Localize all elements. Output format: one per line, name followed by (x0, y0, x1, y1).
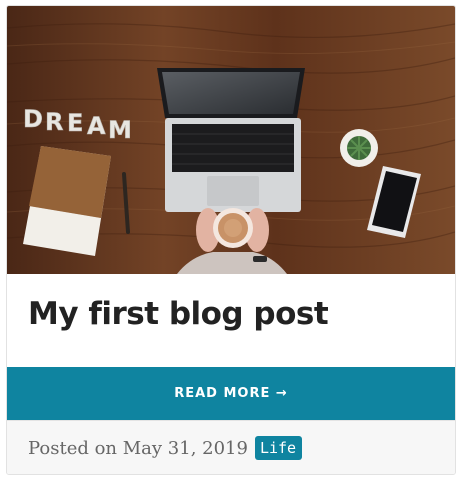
hero-image: D R E A M (7, 6, 455, 274)
post-title[interactable]: My first blog post (28, 296, 329, 332)
dream-letter-e: E (67, 109, 83, 137)
read-more-button[interactable]: READ MORE → (7, 367, 455, 420)
dream-letter-d: D (23, 105, 43, 133)
dream-letter-r: R (45, 108, 63, 136)
laptop-graphic (157, 68, 305, 212)
blog-post-card: D R E A M My first blog post READ MORE →… (6, 5, 456, 475)
posted-date: Posted on May 31, 2019 (28, 437, 248, 459)
dream-letter-m: M (108, 116, 132, 144)
dream-letter-a: A (87, 112, 106, 140)
category-tag[interactable]: Life (254, 436, 303, 460)
plant-graphic (340, 129, 378, 167)
post-footer: Posted on May 31, 2019 Life (7, 420, 455, 474)
